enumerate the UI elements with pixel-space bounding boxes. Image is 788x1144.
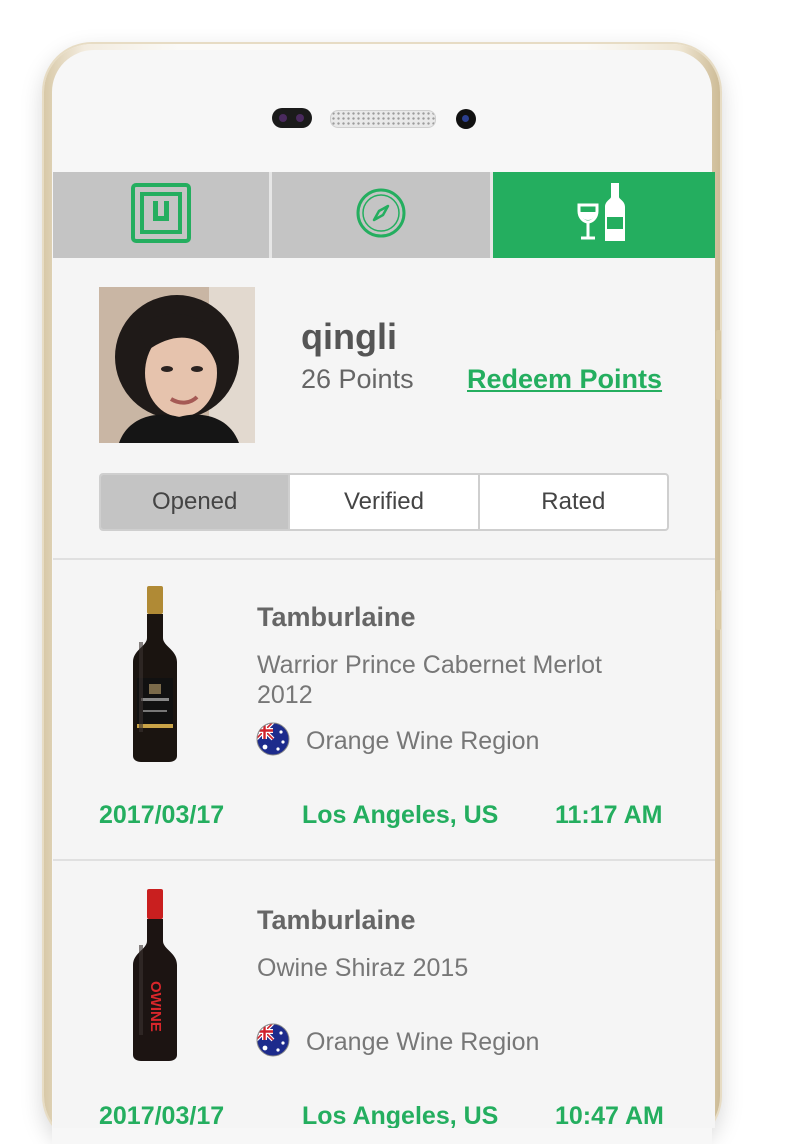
opened-time: 10:47 AM bbox=[555, 1102, 664, 1128]
avatar bbox=[99, 287, 255, 443]
points-balance: 26 Points bbox=[301, 364, 414, 394]
front-camera bbox=[456, 109, 476, 129]
filter-segmented-control: Opened Verified Rated bbox=[99, 473, 669, 531]
wine-region: Orange Wine Region bbox=[306, 727, 540, 755]
wine-bottle-image bbox=[129, 586, 181, 767]
australia-flag-icon bbox=[256, 1023, 290, 1057]
list-item[interactable]: Tamburlaine Warrior Prince Cabernet Merl… bbox=[53, 560, 715, 860]
wine-bottle-image: OWINE bbox=[129, 889, 181, 1066]
wine-name: Warrior Prince Cabernet Merlot 2012 bbox=[257, 650, 677, 710]
wine-name: Owine Shiraz 2015 bbox=[257, 953, 677, 983]
top-tab-bar bbox=[53, 172, 715, 258]
tab-scan[interactable] bbox=[53, 172, 270, 258]
power-button bbox=[716, 590, 721, 630]
bottle-label-text: OWINE bbox=[147, 981, 164, 1032]
list-item[interactable]: OWINE Tamburlaine Owine Shiraz 2015 Oran… bbox=[53, 861, 715, 1128]
wine-glass-bottle-icon bbox=[577, 181, 631, 250]
volume-button bbox=[716, 330, 721, 400]
wine-name-line: Owine Shiraz 2015 bbox=[257, 954, 469, 982]
tab-my-wines[interactable] bbox=[490, 172, 715, 258]
tab-explore[interactable] bbox=[269, 172, 491, 258]
wine-producer: Tamburlaine bbox=[257, 905, 416, 935]
proximity-sensor bbox=[272, 108, 312, 128]
compass-icon bbox=[354, 186, 408, 245]
profile-section: qingli 26 Points Redeem Points Opened Ve… bbox=[53, 258, 715, 558]
username: qingli bbox=[301, 316, 397, 357]
opened-time: 11:17 AM bbox=[555, 801, 663, 829]
opened-date: 2017/03/17 bbox=[99, 1102, 225, 1128]
wine-name-line: Warrior Prince Cabernet Merlot bbox=[257, 651, 603, 679]
nfc-scan-icon bbox=[131, 182, 191, 248]
wine-vintage: 2012 bbox=[257, 681, 313, 709]
app-screen: qingli 26 Points Redeem Points Opened Ve… bbox=[53, 172, 715, 1128]
opened-date: 2017/03/17 bbox=[99, 801, 225, 829]
segment-opened[interactable]: Opened bbox=[101, 475, 289, 529]
wine-region: Orange Wine Region bbox=[306, 1028, 540, 1056]
australia-flag-icon bbox=[256, 722, 290, 756]
segment-verified[interactable]: Verified bbox=[288, 475, 477, 529]
opened-location: Los Angeles, US bbox=[302, 1102, 499, 1128]
wine-producer: Tamburlaine bbox=[257, 602, 416, 632]
earpiece-speaker bbox=[330, 110, 436, 128]
segment-rated[interactable]: Rated bbox=[477, 475, 667, 529]
redeem-points-link[interactable]: Redeem Points bbox=[467, 364, 662, 395]
opened-location: Los Angeles, US bbox=[302, 801, 499, 829]
